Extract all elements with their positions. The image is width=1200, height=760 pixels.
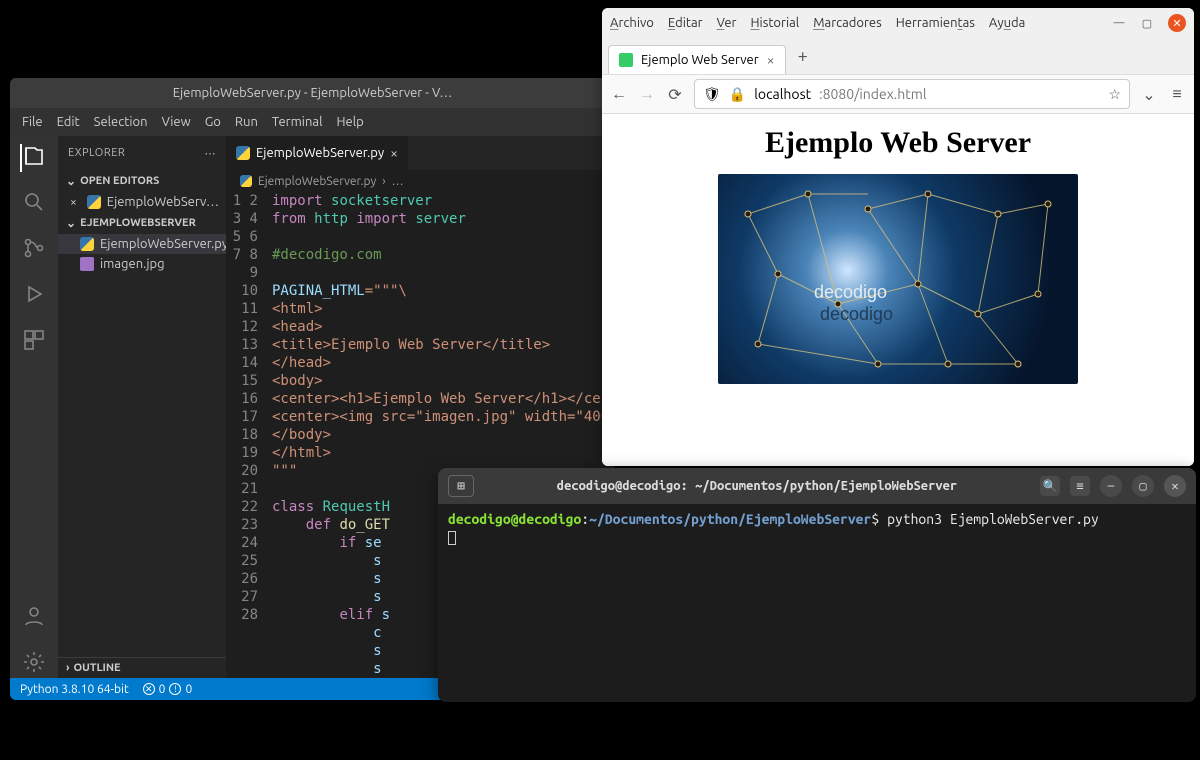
back-icon[interactable]: ← [610, 85, 628, 103]
python-file-icon [80, 237, 94, 251]
prompt-path: ~/Documentos/python/EjemploWebServer [589, 511, 871, 527]
url-rest: :8080/index.html [819, 86, 926, 102]
window-minimize-icon[interactable]: — [1100, 475, 1122, 497]
terminal-body[interactable]: decodigo@decodigo:~/Documentos/python/Ej… [438, 504, 1196, 702]
image-brand-shadow: decodigo [820, 304, 893, 325]
firefox-tab[interactable]: Ejemplo Web Server × [608, 45, 786, 74]
editor-breadcrumbs[interactable]: EjemploWebServer.py › … [226, 170, 615, 192]
url-bar[interactable]: 🛡 🔒 localhost :8080/index.html ☆ [694, 79, 1130, 109]
activity-accounts-icon[interactable] [22, 604, 46, 632]
activity-scm-icon[interactable] [22, 236, 46, 264]
url-host: localhost [754, 86, 811, 102]
firefox-menubar: AArchivorchivo Editar Ver Historial Marc… [602, 8, 1194, 38]
image-file-icon [80, 257, 94, 271]
editor-tabs: EjemploWebServer.py × [226, 136, 615, 170]
ff-menu-archivo[interactable]: AArchivorchivo [610, 16, 654, 30]
window-close-icon[interactable]: ✕ [1164, 475, 1186, 497]
explorer-more-icon[interactable]: ⋯ [205, 147, 217, 160]
python-file-icon [240, 175, 252, 187]
firefox-tabstrip: Ejemplo Web Server × + [602, 38, 1194, 74]
status-problems[interactable]: ✕0 !0 [143, 683, 193, 696]
menu-file[interactable]: File [22, 115, 43, 129]
tab-close-icon[interactable]: × [767, 52, 775, 68]
close-icon[interactable]: × [70, 196, 77, 209]
status-python[interactable]: Python 3.8.10 64-bit [20, 683, 129, 696]
terminal-menu-icon[interactable]: ≡ [1070, 476, 1090, 496]
window-close-icon[interactable]: ✕ [1168, 14, 1186, 32]
firefox-window: AArchivorchivo Editar Ver Historial Marc… [602, 8, 1194, 466]
pocket-icon[interactable]: ⌄ [1140, 85, 1158, 103]
activity-extensions-icon[interactable] [22, 328, 46, 356]
hamburger-menu-icon[interactable]: ≡ [1168, 85, 1186, 103]
menu-terminal[interactable]: Terminal [272, 115, 323, 129]
forward-icon[interactable]: → [638, 85, 656, 103]
ff-menu-ayuda[interactable]: Ayuda [989, 16, 1025, 30]
served-image: decodigo decodigo [718, 174, 1078, 384]
ff-menu-historial[interactable]: Historial [750, 16, 799, 30]
window-minimize-icon[interactable]: — [1112, 16, 1126, 30]
python-file-icon [87, 195, 101, 209]
ff-menu-marcadores[interactable]: Marcadores [813, 16, 882, 30]
menu-run[interactable]: Run [235, 115, 258, 129]
open-editors-section[interactable]: OPEN EDITORS [58, 170, 226, 192]
python-file-icon [236, 146, 250, 160]
terminal-cursor [448, 531, 456, 545]
ff-menu-editar[interactable]: Editar [668, 16, 703, 30]
lock-icon[interactable]: 🔒 [729, 86, 746, 103]
open-editor-item[interactable]: × EjemploWebServ… [58, 192, 226, 212]
terminal-new-tab-icon[interactable]: ⊞ [448, 475, 474, 497]
menu-go[interactable]: Go [205, 115, 221, 129]
outline-section[interactable]: OUTLINE [58, 657, 226, 678]
terminal-titlebar[interactable]: ⊞ decodigo@decodigo: ~/Documentos/python… [438, 468, 1196, 504]
menu-selection[interactable]: Selection [94, 115, 148, 129]
image-brand-text: decodigo [814, 282, 887, 303]
menu-edit[interactable]: Edit [57, 115, 80, 129]
reload-icon[interactable]: ⟳ [666, 85, 684, 103]
activity-explorer-icon[interactable] [20, 144, 46, 172]
file-item-img[interactable]: imagen.jpg [58, 254, 226, 274]
tab-favicon-icon [619, 53, 633, 67]
terminal-title: decodigo@decodigo: ~/Documentos/python/E… [484, 479, 1030, 493]
error-icon: ✕ [143, 683, 155, 695]
firefox-viewport[interactable]: Ejemplo Web Server [602, 114, 1194, 466]
prompt-user: decodigo@decodigo [448, 511, 581, 527]
line-gutter: 1 2 3 4 5 6 7 8 9 10 11 12 13 14 15 16 1… [226, 192, 272, 678]
terminal-command: python3 EjemploWebServer.py [887, 511, 1099, 527]
vscode-titlebar[interactable]: EjemploWebServer.py - EjemploWebServer -… [10, 78, 615, 108]
window-maximize-icon[interactable]: ▢ [1132, 475, 1154, 497]
page-heading: Ejemplo Web Server [602, 126, 1194, 160]
activity-search-icon[interactable] [22, 190, 46, 218]
menu-view[interactable]: View [162, 115, 191, 129]
tab-label: Ejemplo Web Server [641, 53, 759, 67]
menu-help[interactable]: Help [336, 115, 363, 129]
new-tab-button[interactable]: + [790, 40, 816, 72]
firefox-toolbar: ← → ⟳ 🛡 🔒 localhost:8080/index.html ☆ ⌄ … [602, 74, 1194, 114]
tab-close-icon[interactable]: × [390, 145, 398, 161]
explorer-header: EXPLORER [68, 147, 125, 159]
activity-debug-icon[interactable] [22, 282, 46, 310]
activity-settings-icon[interactable] [22, 650, 46, 678]
editor-tab[interactable]: EjemploWebServer.py × [226, 136, 409, 170]
warning-icon: ! [169, 683, 181, 695]
vscode-activitybar [10, 136, 58, 678]
bookmark-star-icon[interactable]: ☆ [1108, 86, 1121, 103]
vscode-sidebar: EXPLORER ⋯ OPEN EDITORS × EjemploWebServ… [58, 136, 226, 678]
ff-menu-herramientas[interactable]: Herramientas [896, 16, 975, 30]
project-section[interactable]: EJEMPLOWEBSERVER [58, 212, 226, 234]
shield-icon[interactable]: 🛡 [703, 86, 721, 103]
terminal-search-icon[interactable]: 🔍 [1040, 476, 1060, 496]
file-item-py[interactable]: EjemploWebServer.py [58, 234, 226, 254]
window-maximize-icon[interactable]: ▢ [1140, 16, 1154, 30]
ff-menu-ver[interactable]: Ver [717, 16, 737, 30]
vscode-title: EjemploWebServer.py - EjemploWebServer -… [173, 86, 453, 100]
vscode-menubar: File Edit Selection View Go Run Terminal… [10, 108, 615, 136]
gnome-terminal-window: ⊞ decodigo@decodigo: ~/Documentos/python… [438, 468, 1196, 702]
